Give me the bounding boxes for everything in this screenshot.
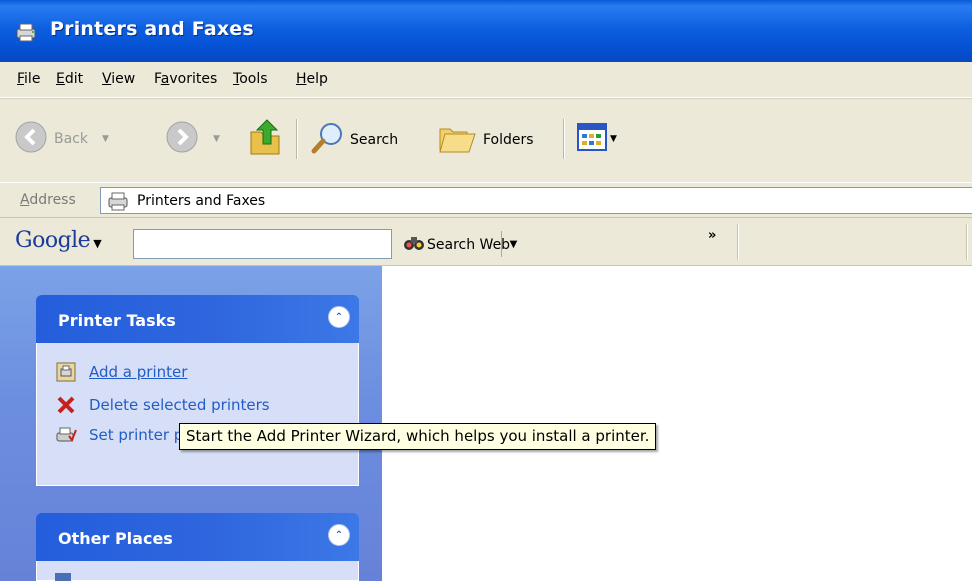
- search-magnifier-icon: [310, 120, 346, 160]
- printer-folder-icon: [107, 190, 131, 216]
- collapse-chevron-icon[interactable]: ⌃: [328, 306, 350, 328]
- search-web-button[interactable]: Search Web: [403, 233, 510, 257]
- add-printer-link[interactable]: Add a printer: [89, 363, 187, 381]
- printer-tasks-title: Printer Tasks: [58, 311, 176, 330]
- address-value: Printers and Faxes: [137, 193, 266, 209]
- other-places-body: [36, 561, 359, 581]
- menu-view[interactable]: View: [102, 71, 135, 87]
- add-printer-tooltip: Start the Add Printer Wizard, which help…: [179, 423, 657, 450]
- views-button[interactable]: ▼: [577, 123, 617, 155]
- printer-tasks-header[interactable]: Printer Tasks ⌃: [36, 295, 359, 343]
- views-grid-icon: [577, 123, 607, 155]
- search-web-label: Search Web: [427, 237, 511, 253]
- collapse-chevron-icon[interactable]: ⌃: [328, 524, 350, 546]
- menu-bar: File Edit View Favorites Tools Help: [0, 62, 972, 98]
- back-dropdown-arrow-icon[interactable]: ▼: [102, 134, 109, 144]
- google-toolbar: Google ▼ ▼ Search Web »: [0, 218, 972, 266]
- folders-icon: [437, 120, 477, 160]
- delete-x-icon: [55, 394, 77, 416]
- printer-tasks-body: Add a printer Delete selected printers S…: [36, 343, 359, 486]
- printer-folder-icon: [14, 21, 40, 43]
- window-title: Printers and Faxes: [50, 18, 254, 40]
- add-printer-task[interactable]: Add a printer: [55, 361, 187, 383]
- title-bar[interactable]: Printers and Faxes: [0, 0, 972, 62]
- folders-button[interactable]: Folders: [437, 120, 534, 160]
- search-label: Search: [350, 132, 399, 148]
- add-printer-wizard-icon: [55, 361, 77, 383]
- google-search-input[interactable]: ▼: [133, 229, 525, 259]
- binoculars-icon: [403, 233, 425, 257]
- forward-arrow-icon: [165, 120, 199, 158]
- address-label: Address: [20, 192, 76, 208]
- back-label: Back: [54, 131, 88, 147]
- views-dropdown-arrow-icon[interactable]: ▼: [610, 134, 617, 144]
- control-panel-icon: [55, 569, 75, 585]
- delete-printers-link[interactable]: Delete selected printers: [89, 396, 270, 414]
- menu-favorites[interactable]: Favorites: [154, 71, 217, 87]
- standard-toolbar: Back ▼ ▼ Search Folders ▼: [0, 98, 972, 183]
- back-button[interactable]: Back ▼: [14, 120, 109, 158]
- toolbar-separator: [966, 224, 968, 260]
- folders-label: Folders: [483, 132, 534, 148]
- menu-file[interactable]: File: [17, 71, 40, 87]
- search-button[interactable]: Search: [310, 120, 398, 160]
- address-input[interactable]: Printers and Faxes: [100, 187, 972, 214]
- menu-tools[interactable]: Tools: [233, 71, 268, 87]
- other-places-header[interactable]: Other Places ⌃: [36, 513, 359, 561]
- menu-help[interactable]: Help: [296, 71, 328, 87]
- google-logo[interactable]: Google ▼: [15, 228, 102, 253]
- address-bar: Address Printers and Faxes: [0, 182, 972, 218]
- forward-dropdown-arrow-icon[interactable]: ▼: [213, 134, 220, 144]
- back-arrow-icon: [14, 120, 48, 158]
- chevron-down-icon: ▼: [509, 238, 518, 250]
- delete-printers-task[interactable]: Delete selected printers: [55, 394, 270, 416]
- other-places-title: Other Places: [58, 529, 173, 548]
- toolbar-separator: [737, 224, 739, 260]
- printer-properties-icon: [55, 424, 77, 446]
- forward-button[interactable]: ▼: [165, 120, 220, 158]
- toolbar-overflow-chevron-icon[interactable]: »: [708, 228, 716, 243]
- toolbar-separator: [563, 119, 565, 159]
- toolbar-separator: [296, 119, 298, 159]
- up-folder-icon: [245, 116, 285, 162]
- up-folder-button[interactable]: [245, 116, 285, 162]
- menu-edit[interactable]: Edit: [56, 71, 83, 87]
